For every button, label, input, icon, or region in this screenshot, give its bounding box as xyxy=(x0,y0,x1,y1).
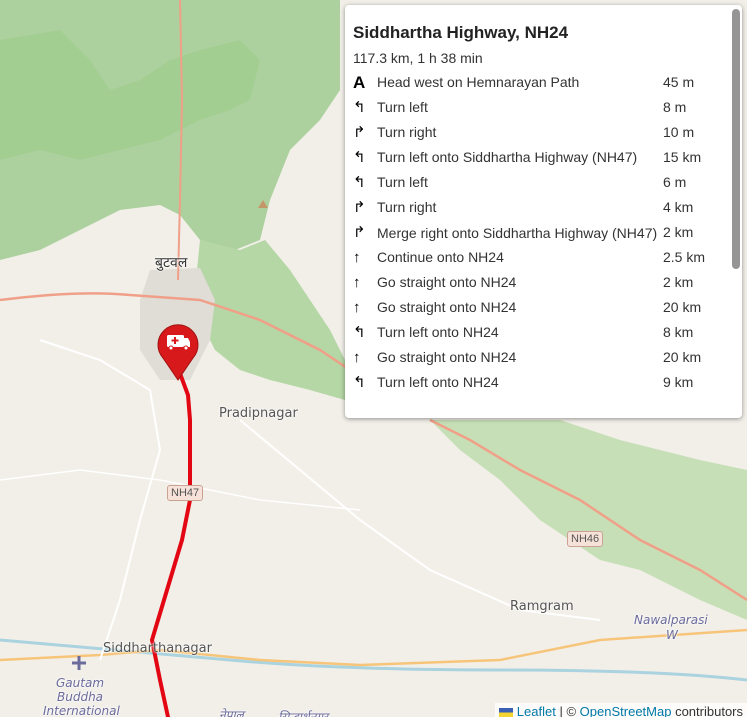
route-title: Siddhartha Highway, NH24 xyxy=(353,23,569,42)
city-label-butwal: बुटवल xyxy=(155,255,188,271)
minor-road xyxy=(39,339,162,661)
continue-icon: ↑ xyxy=(353,249,361,266)
panel-scrollbar[interactable] xyxy=(732,9,740,269)
direction-step[interactable]: A Head west on Hemnarayan Path 45 m xyxy=(353,70,731,95)
map-view[interactable]: बुटवल Pradipnagar Ramgram Siddharthanaga… xyxy=(0,0,747,717)
road-shield-nh46: NH46 xyxy=(567,531,604,547)
airport-label-line2: Buddha xyxy=(57,690,104,704)
direction-step-text: Continue onto NH24 xyxy=(377,249,504,265)
route-start-marker[interactable] xyxy=(153,320,203,382)
direction-step-text: Turn left onto Siddhartha Highway (NH47) xyxy=(377,149,638,165)
direction-step[interactable]: ↰ Turn left 8 m xyxy=(353,95,731,120)
route-summary: 117.3 km, 1 h 38 min xyxy=(353,50,483,66)
ukraine-flag-icon xyxy=(498,708,513,717)
leaflet-link[interactable]: Leaflet xyxy=(517,704,556,717)
straight-icon: ↑ xyxy=(353,299,361,316)
merge-right-icon: ↱ xyxy=(353,224,366,241)
district-label-nawalparasi: Nawalparasi xyxy=(634,613,708,627)
route-line[interactable] xyxy=(149,358,192,717)
direction-step-distance: 2 km xyxy=(663,224,694,240)
direction-step-distance: 2.5 km xyxy=(663,249,706,265)
direction-step[interactable]: ↰ Turn left onto NH24 8 km xyxy=(353,320,731,345)
direction-step[interactable]: ↱ Turn right 10 m xyxy=(353,120,731,145)
direction-step-text: Go straight onto NH24 xyxy=(377,299,517,315)
district-label-nawalparasi-w: W xyxy=(666,628,678,642)
direction-step-text: Go straight onto NH24 xyxy=(377,349,517,365)
direction-step-text: Turn left xyxy=(377,174,428,190)
turn-left-icon: ↰ xyxy=(353,324,366,341)
direction-step[interactable]: ↰ Turn left onto Siddhartha Highway (NH47… xyxy=(353,145,731,170)
direction-step-text: Turn left onto NH24 xyxy=(377,324,499,340)
attribution-suffix: contributors xyxy=(675,704,743,717)
bottom-place-label: सिद्धार्थनगर xyxy=(278,710,328,717)
directions-list[interactable]: A Head west on Hemnarayan Path 45 m ↰ Turn l… xyxy=(353,70,731,395)
osm-link[interactable]: OpenStreetMap xyxy=(580,704,672,717)
place-label-siddharthanagar: Siddharthanagar xyxy=(103,641,212,656)
straight-icon: ↑ xyxy=(353,274,361,291)
direction-step-distance: 6 m xyxy=(663,174,687,190)
direction-step-distance: 10 m xyxy=(663,124,695,140)
direction-step[interactable]: ↱ Turn right 4 km xyxy=(353,195,731,220)
map-attribution: Leaflet | © OpenStreetMap contributors xyxy=(494,703,747,717)
direction-step-text: Turn left xyxy=(377,99,428,115)
direction-step-text: Turn left onto NH24 xyxy=(377,374,499,390)
direction-step-distance: 9 km xyxy=(663,374,694,390)
turn-right-icon: ↱ xyxy=(353,124,366,141)
direction-step[interactable]: ↑ Go straight onto NH24 20 km xyxy=(353,345,731,370)
turn-left-icon: ↰ xyxy=(353,374,366,391)
direction-step-text: Merge right onto Siddhartha Highway (NH4… xyxy=(377,224,658,241)
airport-label-line1: Gautam xyxy=(56,676,105,690)
turn-left-icon: ↰ xyxy=(353,99,366,116)
place-label-ramgram: Ramgram xyxy=(510,599,574,614)
airport-label-line3: International xyxy=(43,704,120,717)
direction-step[interactable]: ↑ Go straight onto NH24 20 km xyxy=(353,295,731,320)
turn-left-icon: ↰ xyxy=(353,174,366,191)
direction-step-text: Go straight onto NH24 xyxy=(377,274,517,290)
direction-step-text: Turn right xyxy=(377,199,437,215)
direction-step[interactable]: ↑ Go straight onto NH24 2 km xyxy=(353,270,731,295)
depart-icon: A xyxy=(353,73,366,92)
direction-step-distance: 8 km xyxy=(663,324,694,340)
direction-step[interactable]: ↰ Turn left onto NH24 9 km xyxy=(353,370,731,395)
road-shield-nh47: NH47 xyxy=(167,485,204,501)
direction-step-distance: 15 km xyxy=(663,149,702,165)
direction-step-distance: 2 km xyxy=(663,274,694,290)
direction-step-distance: 4 km xyxy=(663,199,694,215)
attribution-separator: | © xyxy=(559,704,577,717)
turn-left-icon: ↰ xyxy=(353,149,366,166)
airport-icon xyxy=(72,656,86,670)
place-label-pradipnagar: Pradipnagar xyxy=(219,406,298,421)
direction-step[interactable]: ↑ Continue onto NH24 2.5 km xyxy=(353,245,731,270)
direction-step[interactable]: ↰ Turn left 6 m xyxy=(353,170,731,195)
straight-icon: ↑ xyxy=(353,349,361,366)
direction-step[interactable]: ↱ Merge right onto Siddhartha Highway (NH… xyxy=(353,220,731,245)
direction-step-distance: 8 m xyxy=(663,99,687,115)
turn-right-icon: ↱ xyxy=(353,199,366,216)
direction-step-distance: 20 km xyxy=(663,299,702,315)
direction-step-text: Turn right xyxy=(377,124,437,140)
direction-step-text: Head west on Hemnarayan Path xyxy=(377,74,580,90)
directions-panel[interactable]: Siddhartha Highway, NH24 117.3 km, 1 h 3… xyxy=(345,5,742,418)
forest-area-central xyxy=(195,240,345,400)
direction-step-distance: 45 m xyxy=(663,74,695,90)
forest-area-east xyxy=(430,420,747,620)
direction-step-distance: 20 km xyxy=(663,349,702,365)
country-label-nepal: नेपाल xyxy=(219,708,244,717)
